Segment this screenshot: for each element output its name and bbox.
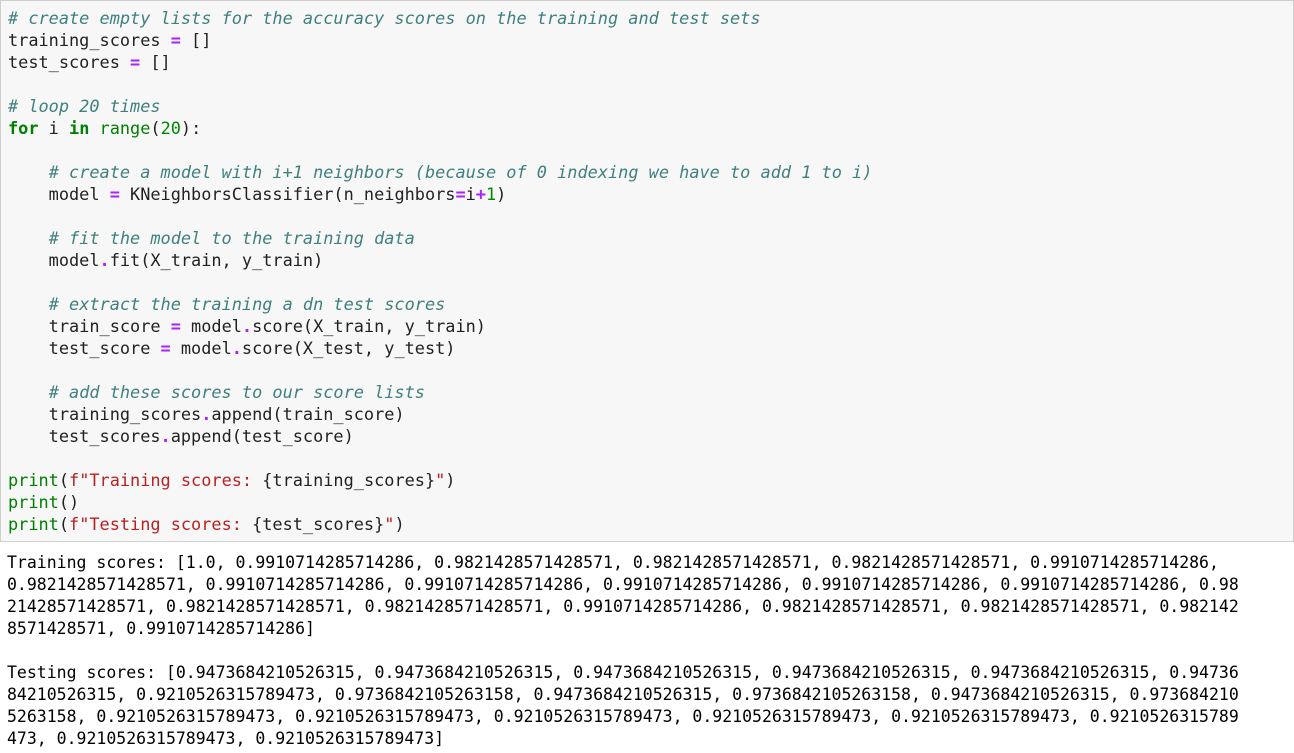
code-token: train_score xyxy=(8,316,171,336)
code-token: append(train_score) xyxy=(211,404,405,424)
code-token: () xyxy=(58,492,80,512)
code-token: = xyxy=(130,52,141,72)
code-line: # create a model with i+1 neighbors (bec… xyxy=(8,161,873,183)
code-token: ) xyxy=(496,184,507,204)
cell-output-area: Training scores: [1.0, 0.991071428571428… xyxy=(0,542,1294,753)
code-token: # create empty lists for the accuracy sc… xyxy=(8,8,761,28)
code-line: # create empty lists for the accuracy sc… xyxy=(8,7,761,29)
output-line: Training scores: [1.0, 0.991071428571428… xyxy=(7,553,1219,572)
code-token: . xyxy=(160,426,171,446)
code-line: training_scores = [] xyxy=(8,29,211,51)
code-token: # create a model with i+1 neighbors (bec… xyxy=(48,162,873,182)
code-token: i xyxy=(38,118,70,138)
code-line: # add these scores to our score lists xyxy=(8,381,425,403)
code-token: fit(X_train, y_train) xyxy=(109,250,324,270)
code-token: test_score xyxy=(8,338,161,358)
code-token: = xyxy=(170,30,181,50)
code-token: [] xyxy=(140,52,171,72)
code-token: KNeighborsClassifier(n_neighbors xyxy=(119,184,456,204)
code-token: = xyxy=(160,338,171,358)
code-token: model xyxy=(180,316,242,336)
code-line: model.fit(X_train, y_train) xyxy=(8,249,324,271)
code-line: print(f"Testing scores: {test_scores}") xyxy=(8,513,405,535)
code-token: score(X_train, y_train) xyxy=(252,316,486,336)
output-line: 8571428571, 0.9910714285714286] xyxy=(7,619,315,638)
code-token: {training_scores} xyxy=(262,470,436,490)
notebook-cell: # create empty lists for the accuracy sc… xyxy=(0,0,1294,753)
code-token: training_scores xyxy=(8,30,171,50)
code-token: . xyxy=(231,338,242,358)
code-token: i xyxy=(465,184,476,204)
code-token: 20 xyxy=(160,118,181,138)
code-token: print xyxy=(8,492,59,512)
code-input-area[interactable]: # create empty lists for the accuracy sc… xyxy=(0,0,1294,542)
code-token: f"Testing scores: xyxy=(69,514,253,534)
code-line: # extract the training a dn test scores xyxy=(8,293,446,315)
code-line: test_scores.append(test_score) xyxy=(8,425,354,447)
code-line: for i in range(20): xyxy=(8,117,201,139)
code-token: 1 xyxy=(485,184,497,204)
code-token: # add these scores to our score lists xyxy=(48,382,425,402)
code-token: score(X_test, y_test) xyxy=(241,338,456,358)
output-line: 84210526315, 0.9210526315789473, 0.97368… xyxy=(7,685,1239,704)
code-token: model xyxy=(8,184,110,204)
code-token: ( xyxy=(58,514,70,534)
code-token: model xyxy=(170,338,232,358)
code-line: # loop 20 times xyxy=(8,95,161,117)
code-token: = xyxy=(109,184,120,204)
code-token: . xyxy=(241,316,253,336)
code-line: print(f"Training scores: {training_score… xyxy=(8,469,455,491)
code-token: print xyxy=(8,514,59,534)
code-token: append(test_score) xyxy=(170,426,354,446)
code-line: model = KNeighborsClassifier(n_neighbors… xyxy=(8,183,507,205)
code-line: test_score = model.score(X_test, y_test) xyxy=(8,337,456,359)
code-token: . xyxy=(99,250,110,270)
code-token: {test_scores} xyxy=(252,514,385,534)
code-line: print() xyxy=(8,491,79,513)
code-token: training_scores xyxy=(8,404,202,424)
code-token: ) xyxy=(394,514,405,534)
output-line: 21428571428571, 0.9821428571428571, 0.98… xyxy=(7,597,1239,616)
output-line: Testing scores: [0.9473684210526315, 0.9… xyxy=(7,663,1239,682)
code-token: test_scores xyxy=(8,52,131,72)
code-token: in xyxy=(69,118,90,138)
code-token: model xyxy=(8,250,100,270)
code-token: " xyxy=(435,470,446,490)
code-token: ( xyxy=(150,118,161,138)
output-line: 473, 0.9210526315789473, 0.9210526315789… xyxy=(7,729,445,748)
code-token: f"Training scores: xyxy=(69,470,263,490)
output-line: 5263158, 0.9210526315789473, 0.921052631… xyxy=(7,707,1239,726)
code-token: # extract the training a dn test scores xyxy=(48,294,446,314)
output-line: 0.9821428571428571, 0.9910714285714286, … xyxy=(7,575,1239,594)
code-token: ( xyxy=(58,470,70,490)
code-token: # fit the model to the training data xyxy=(48,228,415,248)
code-line: train_score = model.score(X_train, y_tra… xyxy=(8,315,486,337)
code-line: test_scores = [] xyxy=(8,51,171,73)
code-token: test_scores xyxy=(8,426,161,446)
code-token: ) xyxy=(445,470,456,490)
code-token: . xyxy=(201,404,212,424)
code-token: print xyxy=(8,470,59,490)
code-token: ): xyxy=(180,118,202,138)
code-token: + xyxy=(475,184,486,204)
code-token: # loop 20 times xyxy=(8,96,161,116)
code-line: # fit the model to the training data xyxy=(8,227,415,249)
code-token: range xyxy=(99,118,151,138)
code-token: = xyxy=(170,316,181,336)
code-token: for xyxy=(8,118,39,138)
code-line: training_scores.append(train_score) xyxy=(8,403,405,425)
code-token: " xyxy=(384,514,395,534)
code-token: = xyxy=(455,184,466,204)
code-token: [] xyxy=(180,30,212,50)
